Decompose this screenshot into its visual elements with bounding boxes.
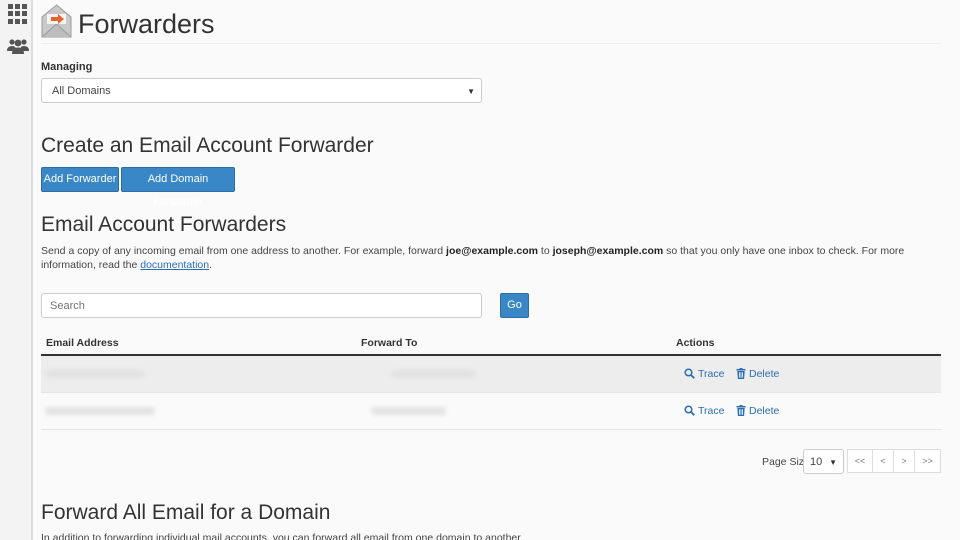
page-size-select[interactable]: 10 ▼ [803,449,844,474]
page-title: Forwarders [78,9,215,39]
search-icon [684,368,695,379]
forward-all-description: In addition to forwarding individual mai… [41,532,524,540]
caret-down-icon: ▼ [829,457,837,467]
create-forwarder-heading: Create an Email Account Forwarder [41,134,374,157]
caret-down-icon: ▼ [467,86,475,96]
example-from-address: joe@example.com [446,245,538,257]
main-content: Forwarders Managing All Domains ▼ Create… [41,0,941,540]
forward-to-cell [391,370,476,378]
search-icon [684,405,695,416]
trace-link[interactable]: Trace [684,405,724,417]
domain-select-value: All Domains [52,85,111,97]
delete-label: Delete [749,368,780,380]
add-domain-forwarder-button[interactable]: Add Domain Forwarder [121,167,235,208]
email-account-forwarders-heading: Email Account Forwarders [41,213,287,236]
trace-label: Trace [698,405,725,417]
table-row: Trace Delete [41,393,941,430]
forwarders-description: Send a copy of any incoming email from o… [41,244,921,272]
column-header-forward-to[interactable]: Forward To [361,337,417,349]
table-header: Email Address Forward To Actions [41,333,941,356]
documentation-link[interactable]: documentation [140,259,209,271]
forward-to-cell [371,407,446,415]
trash-icon [736,405,746,416]
forwarders-envelope-icon [41,4,72,38]
forwarders-table: Email Address Forward To Actions Trace D… [41,333,941,430]
users-icon[interactable] [7,38,29,58]
domain-select[interactable]: All Domains ▼ [41,78,482,103]
forward-all-email-heading: Forward All Email for a Domain [41,501,331,524]
description-text: to [538,245,553,257]
page-size-value: 10 [810,456,823,468]
apps-grid-icon[interactable] [8,4,27,24]
delete-link[interactable]: Delete [736,368,779,380]
trace-link[interactable]: Trace [684,368,724,380]
column-header-email-address[interactable]: Email Address [46,337,119,349]
example-to-address: joseph@example.com [552,245,664,257]
trash-icon [736,368,746,379]
search-input[interactable] [41,293,482,318]
last-page-button[interactable]: >> [914,449,941,473]
email-address-cell [45,407,155,415]
delete-label: Delete [749,405,780,417]
next-page-button[interactable]: > [893,449,915,473]
page-header: Forwarders [41,4,941,44]
column-header-actions: Actions [676,337,715,349]
description-text: Send a copy of any incoming email from o… [41,245,447,257]
trace-label: Trace [698,368,725,380]
sidebar [0,0,33,540]
email-address-cell [45,370,145,378]
add-forwarder-button[interactable]: Add Forwarder [41,167,119,192]
go-button[interactable]: Go [500,293,529,318]
description-text: . [209,259,213,271]
first-page-button[interactable]: << [847,449,873,473]
previous-page-button[interactable]: < [872,449,894,473]
delete-link[interactable]: Delete [736,405,779,417]
managing-label: Managing [41,61,93,73]
table-row: Trace Delete [41,356,941,393]
